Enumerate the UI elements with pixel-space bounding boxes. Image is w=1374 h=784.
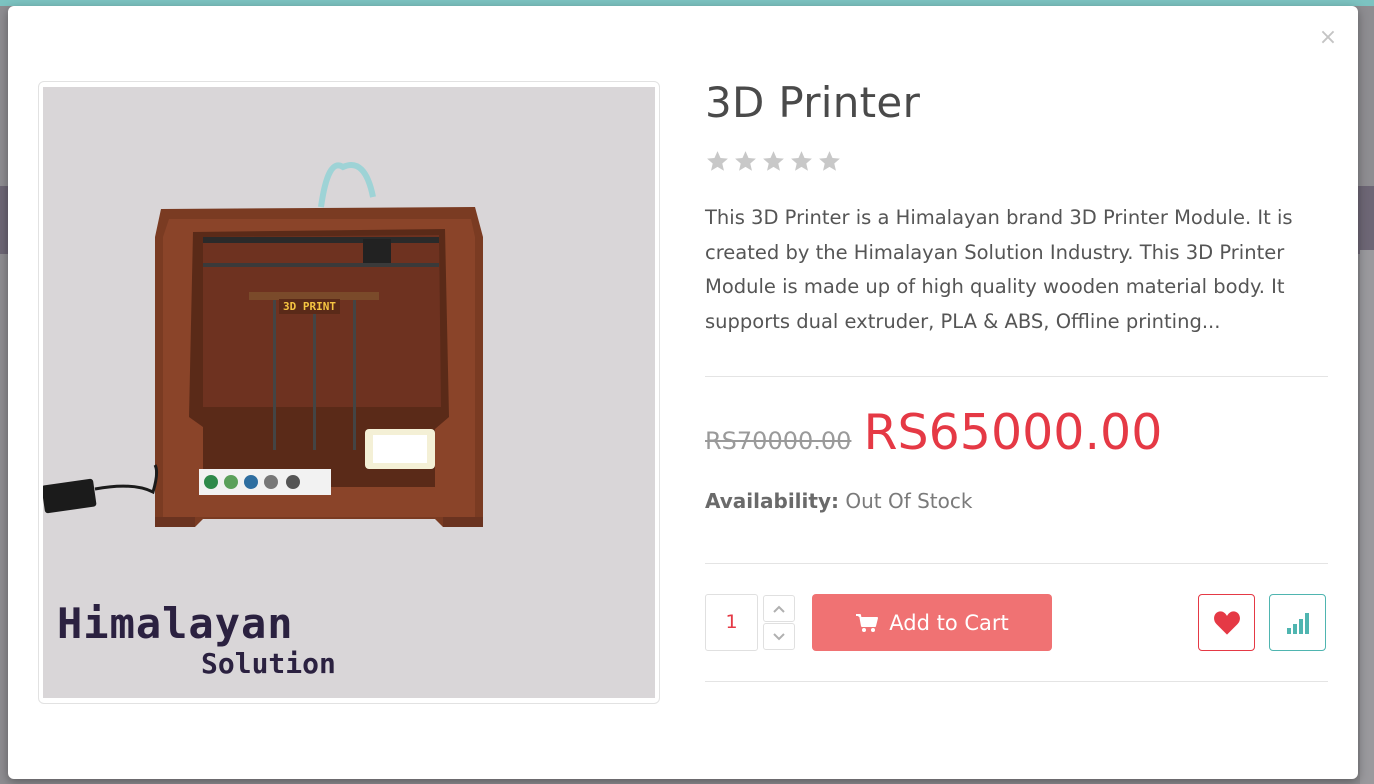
product-image: 3D PRINT Himalayan Solution: [43, 87, 655, 698]
cart-icon: [856, 613, 879, 632]
heart-icon: [1213, 610, 1240, 635]
availability-value: Out Of Stock: [845, 489, 973, 513]
availability: Availability: Out Of Stock: [705, 489, 972, 513]
old-price: RS70000.00: [705, 427, 852, 455]
quantity-increase-button[interactable]: [763, 595, 795, 622]
star-icon: [819, 151, 840, 171]
brand-logo-line1: Himalayan: [57, 599, 294, 648]
chevron-down-icon: [773, 632, 785, 640]
star-icon: [763, 151, 784, 171]
front-label: 3D PRINT: [279, 299, 340, 314]
availability-label: Availability:: [705, 489, 839, 513]
add-to-cart-label: Add to Cart: [889, 610, 1009, 635]
product-image-frame: 3D PRINT Himalayan Solution: [38, 81, 660, 704]
compare-button[interactable]: [1269, 594, 1326, 651]
bar-chart-icon: [1286, 612, 1309, 634]
product-details: 3D Printer This 3D Printer is a Himalaya…: [705, 78, 1328, 339]
divider: [705, 563, 1328, 564]
chevron-up-icon: [773, 605, 785, 613]
quantity-decrease-button[interactable]: [763, 623, 795, 650]
divider: [705, 376, 1328, 377]
close-button[interactable]: ×: [1318, 27, 1338, 49]
star-icon: [707, 151, 728, 171]
current-price: RS65000.00: [863, 404, 1163, 461]
rating-stars: [705, 149, 1328, 177]
brand-logo-line2: Solution: [201, 647, 336, 680]
quantity-input[interactable]: 1: [705, 594, 758, 651]
star-icon: [791, 151, 812, 171]
star-icon: [735, 151, 756, 171]
wishlist-button[interactable]: [1198, 594, 1255, 651]
background-side-card: [1360, 250, 1374, 784]
quick-view-modal: × 3D PRINT Himalayan Solution 3D Printer…: [8, 6, 1358, 779]
price-row: RS70000.00 RS65000.00: [705, 404, 1162, 461]
add-to-cart-button[interactable]: Add to Cart: [812, 594, 1052, 651]
product-description: This 3D Printer is a Himalayan brand 3D …: [705, 206, 1293, 333]
product-title: 3D Printer: [705, 78, 921, 127]
divider: [705, 681, 1328, 682]
